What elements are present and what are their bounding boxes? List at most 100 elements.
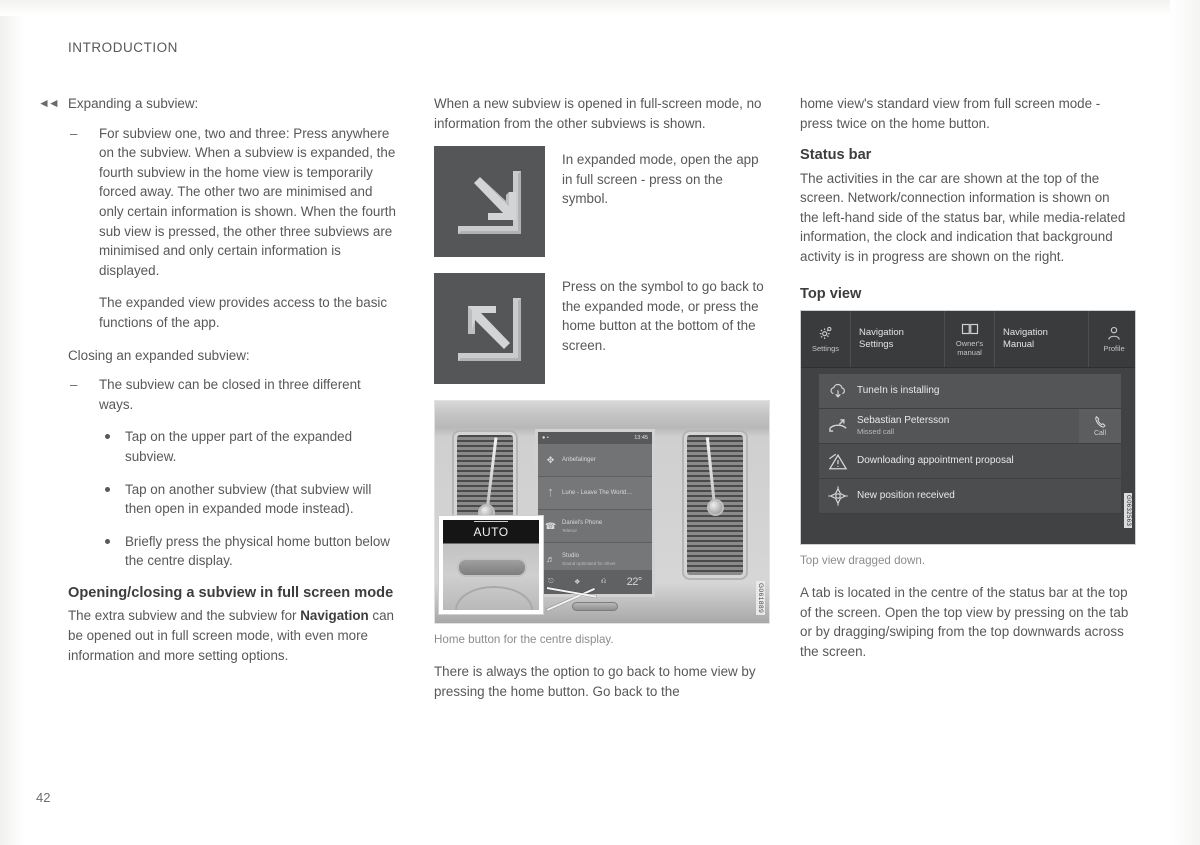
top-view-tab-label-line2: Settings xyxy=(859,339,894,351)
car-dashboard-photo: ● • 13:45 ✥ Anbefalinger ᛏ Lune - Leave … xyxy=(434,400,770,625)
screen-tile-title: Studio xyxy=(562,552,580,559)
climate-auto-icon: ❖ xyxy=(574,579,581,587)
profile-icon xyxy=(1106,326,1122,341)
callout-home-button xyxy=(457,558,527,578)
screen-tile-navigation: ✥ Anbefalinger xyxy=(538,444,652,478)
screen-status-bar: ● • 13:45 xyxy=(538,432,652,445)
centre-display-photo-figure: ● • 13:45 ✥ Anbefalinger ᛏ Lune - Leave … xyxy=(434,400,770,648)
collapse-from-fullscreen-icon xyxy=(434,273,545,385)
page-edge-shading-right xyxy=(1170,0,1200,845)
top-view-tab-navigation-manual[interactable]: Navigation Manual xyxy=(995,311,1089,368)
status-bar-paragraph: The activities in the car are shown at t… xyxy=(800,170,1126,265)
page-edge-shading-top xyxy=(0,0,1200,16)
callout-auto-label: AUTO xyxy=(443,525,539,539)
top-view-tab-owners-manual[interactable]: Owner's manual xyxy=(945,311,995,368)
notification-row-appointment[interactable]: Downloading appointment proposal xyxy=(819,444,1121,480)
notification-title: New position received xyxy=(857,490,955,502)
book-icon xyxy=(961,322,979,336)
running-head: INTRODUCTION xyxy=(68,40,178,55)
gear-icon xyxy=(818,325,834,341)
call-action-button[interactable]: Call xyxy=(1079,409,1121,444)
top-view-tab-label-line2: Manual xyxy=(1003,339,1035,351)
top-view-paragraph: A tab is located in the centre of the st… xyxy=(800,585,1129,659)
home-button-callout: AUTO xyxy=(439,516,543,615)
status-clock: 13:45 xyxy=(634,435,648,442)
centre-display-screen: ● • 13:45 ✥ Anbefalinger ᛏ Lune - Leave … xyxy=(535,429,655,598)
closing-ways-text: The subview can be closed in three diffe… xyxy=(99,377,361,412)
expanded-view-access: The expanded view provides access to the… xyxy=(99,295,388,330)
fullscreen-paragraph: The extra subview and the subview for Na… xyxy=(68,606,398,665)
top-view-figure: Settings Navigation Settings Owner's man… xyxy=(800,310,1136,569)
notification-row-tunein[interactable]: TuneIn is installing xyxy=(819,374,1121,410)
seat-heater-right-icon: ⎌ xyxy=(600,578,607,586)
screen-tile-phone: ☎ Daniel's Phone Telenor xyxy=(538,510,652,544)
top-view-tab-settings[interactable]: Settings xyxy=(801,311,851,368)
top-view-tab-label: Owner's manual xyxy=(955,338,984,357)
top-view-tab-label: Settings xyxy=(811,344,840,354)
closing-subview-lead: Closing an expanded subview: xyxy=(68,347,250,363)
expanding-subview-list: For subview one, two and three: Press an… xyxy=(68,124,398,333)
call-action-label: Call xyxy=(1093,430,1107,438)
heading-top-view: Top view xyxy=(800,285,862,302)
heading-status-bar: Status bar xyxy=(800,147,872,164)
phone-icon xyxy=(1093,415,1107,429)
top-view-caption: Top view dragged down. xyxy=(800,554,926,568)
list-item: Tap on another subview (that subview wil… xyxy=(99,480,398,519)
fullscreen-intro-paragraph: When a new subview is opened in full-scr… xyxy=(434,96,762,131)
physical-home-button xyxy=(572,602,618,612)
top-view-tab-label-line1: Navigation xyxy=(859,326,904,338)
calendar-warning-icon xyxy=(819,452,857,471)
column-left: Expanding a subview: For subview one, tw… xyxy=(68,94,398,678)
notification-title: Downloading appointment proposal xyxy=(857,455,1014,467)
collapse-symbol-caption: Press on the symbol to go back to the ex… xyxy=(562,279,764,353)
expanding-subview-lead: Expanding a subview: xyxy=(68,96,199,111)
page-number: 42 xyxy=(36,790,51,805)
screen-tile-media: ᛏ Lune - Leave The World… xyxy=(538,477,652,511)
home-view-outro-paragraph: There is always the option to go back to… xyxy=(434,664,756,699)
bluetooth-icon: ᛏ xyxy=(547,488,554,499)
phone-icon: ☎ xyxy=(544,520,557,531)
screen-tile-subtitle: Sound optimised for driver xyxy=(562,560,616,566)
list-item: Briefly press the physical home button b… xyxy=(99,532,398,571)
page-edge-shading-left xyxy=(0,0,26,845)
top-view-tab-profile[interactable]: Profile xyxy=(1089,311,1135,367)
top-view-tab-label-line1: Navigation xyxy=(1003,326,1048,338)
screen-tile-title: Lune - Leave The World… xyxy=(562,490,633,497)
notification-row-missed-call[interactable]: Sebastian Petersson Missed call Call xyxy=(819,409,1121,445)
symbol-figure-collapse: Press on the symbol to go back to the ex… xyxy=(434,273,764,385)
navigation-term: Navigation xyxy=(300,608,369,624)
screen-climate-bar: ⎋ ❖ ⎌ 22° xyxy=(538,570,652,595)
notification-row-new-position[interactable]: New position received xyxy=(819,479,1121,515)
top-view-tab-bar: Settings Navigation Settings Owner's man… xyxy=(801,311,1135,369)
cloud-download-icon xyxy=(819,383,857,400)
closing-ways-bullets: Tap on the upper part of the expanded su… xyxy=(99,427,398,571)
missed-call-icon xyxy=(819,417,857,435)
top-view-tab-navigation-settings[interactable]: Navigation Settings xyxy=(851,311,945,368)
navigation-compass-icon: ✥ xyxy=(546,454,555,465)
list-item: The subview can be closed in three diffe… xyxy=(68,375,398,571)
photo-caption: Home button for the centre display. xyxy=(434,633,614,647)
expand-to-fullscreen-icon xyxy=(434,146,545,258)
climate-temperature: 22° xyxy=(626,576,643,589)
heading-opening-closing-fullscreen: Opening/closing a subview in full screen… xyxy=(68,584,394,601)
column-middle: When a new subview is opened in full-scr… xyxy=(434,94,770,714)
list-item: For subview one, two and three: Press an… xyxy=(68,124,398,333)
screen-tile-title: Anbefalinger xyxy=(562,457,596,464)
symbol-figure-expand: In expanded mode, open the app in full s… xyxy=(434,146,764,258)
figure-watermark: G0632563 xyxy=(1124,492,1132,529)
seat-heater-left-icon: ⎋ xyxy=(548,578,554,586)
home-view-continuation-paragraph: home view's standard view from full scre… xyxy=(800,96,1101,131)
screen-tile-subtitle: Telenor xyxy=(562,527,578,533)
fullscreen-text-a: The extra subview and the subview for xyxy=(68,608,301,624)
figure-watermark: G061889 xyxy=(756,580,765,616)
continuation-back-arrow-icon: ◄◄ xyxy=(38,96,60,110)
closing-subview-list: The subview can be closed in three diffe… xyxy=(68,375,398,571)
screen-tile-title: Daniel's Phone xyxy=(562,519,603,526)
list-item: Tap on the upper part of the expanded su… xyxy=(99,427,398,466)
top-view-tab-label: Profile xyxy=(1103,343,1125,353)
column-right: home view's standard view from full scre… xyxy=(800,94,1136,675)
notification-title: Sebastian Petersson xyxy=(857,415,950,427)
expand-symbol-caption: In expanded mode, open the app in full s… xyxy=(562,152,759,207)
navigation-compass-icon xyxy=(819,485,857,507)
notification-subtitle: Missed call xyxy=(857,427,895,437)
